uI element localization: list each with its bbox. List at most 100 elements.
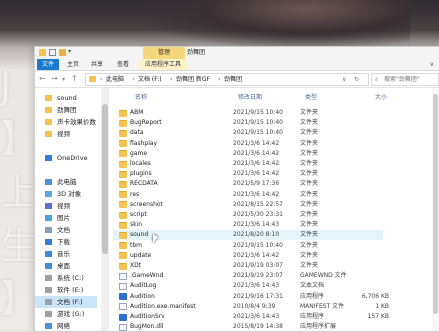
quick-access-dropdown-icon[interactable]: ▾ [68, 49, 74, 56]
file-row[interactable]: flashplay 2021/3/6 14:42 文件夹 [113, 139, 383, 149]
music-icon [45, 251, 52, 257]
file-list-scroll-thumb[interactable] [433, 94, 438, 314]
folder-icon [45, 95, 52, 101]
sidebar-item[interactable]: 此电脑 [35, 176, 97, 188]
sidebar-item[interactable]: sound [35, 92, 97, 104]
sidebar-item-label: 视频 [57, 202, 70, 210]
sidebar-item[interactable]: 音乐 [35, 248, 97, 260]
file-row[interactable]: AuditLog 2021/3/6 14:43 文本文档 [113, 281, 383, 291]
sidebar-item-label: 桌面 [57, 262, 70, 270]
file-type: 应用程序扩展 [300, 323, 337, 331]
file-date: 2021/5/30 23:31 [233, 211, 283, 218]
sidebar-item[interactable]: 系统 (C:) [35, 272, 97, 284]
file-date: 2021/5/9 17:36 [233, 180, 280, 188]
file-row[interactable]: RECDATA 2021/5/9 17:36 文件夹 [113, 179, 383, 189]
folder-icon [39, 49, 46, 56]
address-bar[interactable]: › 此电脑 › 文档 (F:) › 劲舞团 新GF › 劲舞团 ∨ ↻ [85, 73, 369, 86]
breadcrumb-parent-folder[interactable]: 劲舞团 新GF [176, 74, 210, 85]
sidebar-item[interactable]: 图片 [35, 212, 97, 224]
sidebar-item[interactable]: 视频 [35, 128, 97, 140]
window-title: 劲舞团 [187, 49, 206, 56]
file-date: 2021/9/16 17:31 [233, 292, 283, 300]
sidebar-item[interactable]: 游戏 (G:) [35, 308, 97, 320]
folder-icon [119, 201, 127, 209]
sidebar-item[interactable]: OneDrive [35, 152, 97, 164]
ribbon-expand-icon[interactable]: ∨ [430, 61, 434, 68]
column-header-name[interactable]: 名称 [135, 92, 147, 102]
breadcrumb-current-folder[interactable]: 劲舞团 [224, 74, 242, 85]
tab-file[interactable]: 文件 [37, 59, 59, 70]
file-row[interactable]: .GameWnd 2021/9/19 23:07 GAMEWND 文件 [113, 271, 383, 281]
nav-scroll-thumb[interactable] [102, 104, 108, 254]
breadcrumb-this-pc[interactable]: 此电脑 [106, 74, 124, 85]
folder-icon [119, 109, 127, 117]
app-icon [119, 293, 127, 301]
breadcrumb-drive[interactable]: 文档 (F:) [138, 74, 162, 85]
folder-icon [119, 160, 127, 168]
file-date: 2021/9/15 10:40 [233, 241, 283, 249]
file-row[interactable]: Audition.exe.manifest 2010/8/4 9:39 MANIFE… [113, 302, 389, 312]
file-row[interactable]: Audition 2021/9/16 17:31 应用程序 6,706 KB [113, 292, 389, 302]
sidebar-item-label: 下载 [57, 238, 70, 246]
file-row[interactable]: locales 2021/3/6 14:42 文件夹 [113, 159, 383, 169]
back-button[interactable]: ← [39, 74, 46, 83]
file-row[interactable]: AuditionSrv 2021/3/6 14:43 应用程序 157 KB [113, 312, 389, 322]
sidebar-item[interactable]: 声卡效果价数 [35, 116, 97, 128]
sidebar-item[interactable]: 文档 [35, 224, 97, 236]
file-row[interactable]: update 2021/3/6 14:42 文件夹 [113, 251, 383, 261]
tab-home[interactable]: 主页 [63, 59, 83, 70]
file-row[interactable]: data 2021/9/15 10:40 文件夹 [113, 128, 383, 138]
forward-button[interactable]: → [51, 74, 58, 83]
file-type: 应用程序 [300, 292, 325, 300]
file-date: 2010/8/4 9:39 [233, 302, 276, 310]
column-header-type[interactable]: 类型 [305, 92, 317, 102]
folder-icon [119, 242, 127, 250]
column-header-size[interactable]: 大小 [375, 92, 387, 102]
file-name: BugMon.dll [130, 323, 164, 331]
file-type: 文件夹 [300, 180, 319, 188]
tab-view[interactable]: 查看 [113, 59, 133, 70]
breadcrumb-separator: › [218, 76, 221, 83]
file-row[interactable]: script 2021/5/30 23:31 文件夹 [113, 210, 383, 220]
file-row[interactable]: ABM 2021/9/15 10:40 文件夹 [113, 108, 383, 118]
file-date: 2021/3/6 14:42 [233, 149, 280, 157]
ribbon-context-label: 管理 [143, 47, 185, 59]
sidebar-item[interactable]: 劲舞团 [35, 104, 97, 116]
sidebar-item[interactable]: 3D 对象 [35, 188, 97, 200]
folder-icon [119, 150, 127, 158]
file-list: 名称 修改日期 类型 大小 ABM 2021/9/15 10:40 文件夹 BugRe… [113, 88, 431, 331]
file-type: 文件夹 [300, 119, 319, 127]
nav-scrollbar[interactable] [101, 88, 109, 331]
column-header-date[interactable]: 修改日期 [238, 92, 262, 102]
sidebar-item[interactable]: 下载 [35, 236, 97, 248]
file-row[interactable]: BugReport 2021/9/15 10:40 文件夹 [113, 118, 383, 128]
new-folder-icon[interactable] [59, 49, 66, 56]
file-type: 文件夹 [300, 149, 319, 157]
file-row[interactable]: BugMon.dll 2015/8/19 14:38 应用程序扩展 [113, 322, 383, 331]
address-dropdown-icon[interactable]: ∨ [342, 74, 346, 85]
file-row[interactable]: skin 2021/3/6 14:43 文件夹 [113, 220, 383, 230]
refresh-icon[interactable]: ↻ [354, 74, 359, 85]
search-input[interactable]: ⌕ 搜索"劲舞团" [371, 73, 439, 86]
drive-icon [45, 299, 52, 305]
sidebar-item[interactable]: 软件 (E:) [35, 284, 97, 296]
sidebar-item[interactable]: 桌面 [35, 260, 97, 272]
file-row[interactable]: plugins 2021/3/6 14:42 文件夹 [113, 169, 383, 179]
file-list-scrollbar[interactable] [432, 88, 439, 331]
sidebar-item[interactable]: 网络 [35, 320, 97, 331]
sidebar-item-label: 文档 (F:) [57, 298, 83, 306]
tab-share[interactable]: 共享 [87, 59, 107, 70]
up-button[interactable]: ↑ [71, 74, 78, 83]
properties-icon[interactable] [49, 49, 56, 56]
sidebar-item[interactable]: 视频 [35, 200, 97, 212]
file-row[interactable]: XDt 2021/9/19 03:07 文件夹 [113, 261, 383, 271]
file-row[interactable]: res 2021/3/6 14:42 文件夹 [113, 190, 383, 200]
recent-locations-icon[interactable]: ▾ [62, 76, 65, 83]
file-row[interactable]: game 2021/3/6 14:42 文件夹 [113, 149, 383, 159]
video-icon [45, 203, 52, 209]
breadcrumb-separator: › [100, 76, 103, 83]
tab-application-tools[interactable]: 应用程序工具 [139, 59, 187, 70]
background-glyph: 】 [0, 117, 39, 162]
file-row[interactable]: screenshot 2021/8/15 22:57 文件夹 [113, 200, 383, 210]
sidebar-item[interactable]: 文档 (F:) [35, 296, 97, 308]
